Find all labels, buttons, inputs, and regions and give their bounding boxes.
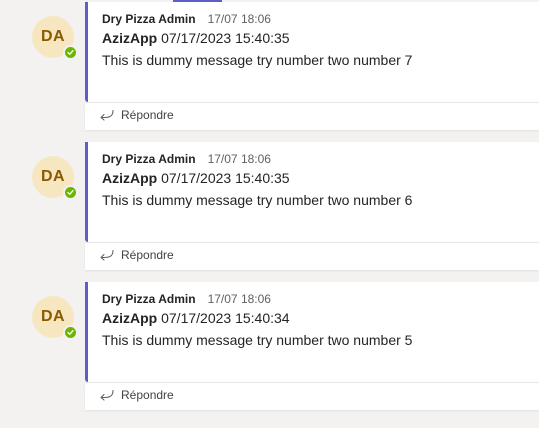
message-header: Dry Pizza Admin 17/07 18:06 <box>102 152 271 166</box>
app-line: AzizApp 07/17/2023 15:40:34 <box>102 310 290 326</box>
chat-thread-view: DA Dry Pizza Admin 17/07 18:06 AzizApp 07… <box>0 0 539 428</box>
app-name: AzizApp <box>102 310 158 326</box>
avatar-initials: DA <box>40 308 66 325</box>
available-check-icon <box>63 45 78 60</box>
message-text: This is dummy message try number two num… <box>102 192 413 208</box>
reply-bar: Répondre <box>85 102 539 130</box>
reply-bar: Répondre <box>85 242 539 270</box>
message-body[interactable]: Dry Pizza Admin 17/07 18:06 AzizApp 07/17… <box>85 142 539 242</box>
message-header: Dry Pizza Admin 17/07 18:06 <box>102 12 271 26</box>
available-check-icon <box>63 325 78 340</box>
message-card: Dry Pizza Admin 17/07 18:06 AzizApp 07/17… <box>85 142 539 270</box>
reply-bar: Répondre <box>85 382 539 410</box>
reply-arrow-icon <box>100 389 114 401</box>
message-body[interactable]: Dry Pizza Admin 17/07 18:06 AzizApp 07/17… <box>85 2 539 102</box>
message-timestamp: 17/07 18:06 <box>207 12 271 26</box>
message-card: Dry Pizza Admin 17/07 18:06 AzizApp 07/17… <box>85 2 539 130</box>
sender-name[interactable]: Dry Pizza Admin <box>102 152 196 166</box>
app-datetime: 07/17/2023 15:40:34 <box>161 310 290 326</box>
available-check-icon <box>63 185 78 200</box>
message-timestamp: 17/07 18:06 <box>207 292 271 306</box>
app-name: AzizApp <box>102 30 158 46</box>
message-thread: DA Dry Pizza Admin 17/07 18:06 AzizApp 07… <box>0 2 539 130</box>
avatar-initials: DA <box>40 168 66 185</box>
reply-button[interactable]: Répondre <box>99 108 174 122</box>
message-text: This is dummy message try number two num… <box>102 332 413 348</box>
reply-button[interactable]: Répondre <box>99 248 174 262</box>
message-timestamp: 17/07 18:06 <box>207 152 271 166</box>
message-text: This is dummy message try number two num… <box>102 52 413 68</box>
app-datetime: 07/17/2023 15:40:35 <box>161 170 290 186</box>
reply-arrow-icon <box>100 249 114 261</box>
app-name: AzizApp <box>102 170 158 186</box>
message-thread: DA Dry Pizza Admin 17/07 18:06 AzizApp 07… <box>0 142 539 270</box>
app-line: AzizApp 07/17/2023 15:40:35 <box>102 170 290 186</box>
app-line: AzizApp 07/17/2023 15:40:35 <box>102 30 290 46</box>
reply-label: Répondre <box>121 388 174 402</box>
reply-label: Répondre <box>121 248 174 262</box>
message-body[interactable]: Dry Pizza Admin 17/07 18:06 AzizApp 07/17… <box>85 282 539 382</box>
sender-name[interactable]: Dry Pizza Admin <box>102 292 196 306</box>
message-thread: DA Dry Pizza Admin 17/07 18:06 AzizApp 07… <box>0 282 539 410</box>
app-datetime: 07/17/2023 15:40:35 <box>161 30 290 46</box>
reply-button[interactable]: Répondre <box>99 388 174 402</box>
message-header: Dry Pizza Admin 17/07 18:06 <box>102 292 271 306</box>
reply-arrow-icon <box>100 109 114 121</box>
sender-name[interactable]: Dry Pizza Admin <box>102 12 196 26</box>
avatar-initials: DA <box>40 28 66 45</box>
reply-label: Répondre <box>121 108 174 122</box>
message-card: Dry Pizza Admin 17/07 18:06 AzizApp 07/17… <box>85 282 539 410</box>
